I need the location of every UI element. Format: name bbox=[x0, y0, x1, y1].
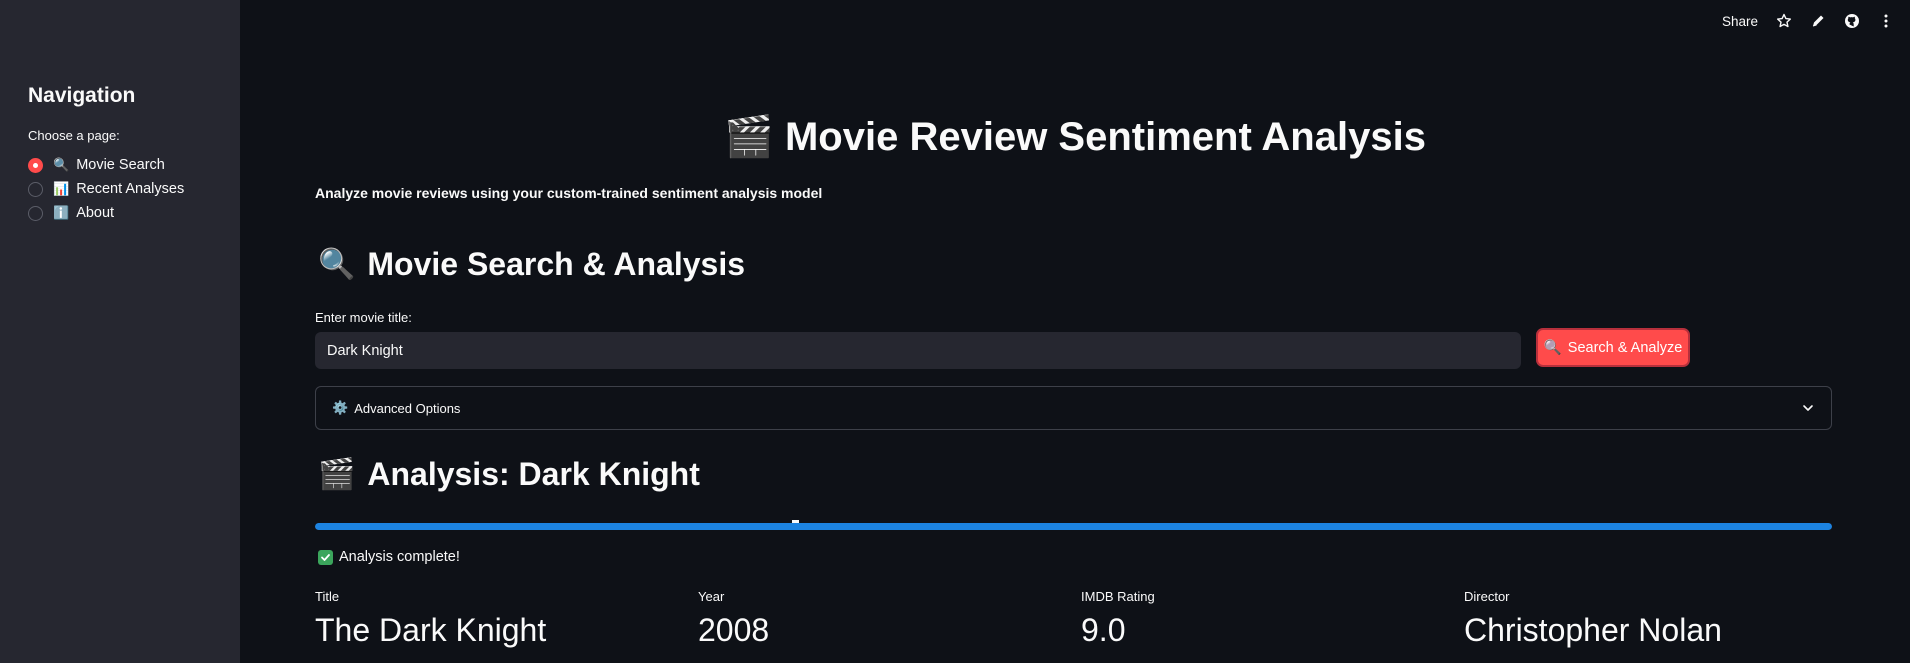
metric-label: Director bbox=[1464, 589, 1510, 604]
sidebar-title: Navigation bbox=[28, 84, 136, 107]
movie-title-label: Enter movie title: bbox=[315, 310, 412, 325]
metric-value: 9.0 bbox=[1081, 612, 1126, 648]
header-toolbar: Share bbox=[1722, 10, 1894, 32]
chevron-down-icon bbox=[1801, 401, 1815, 420]
clapperboard-icon: 🎬 bbox=[724, 115, 774, 159]
search-section-heading: 🔍 Movie Search & Analysis bbox=[318, 246, 745, 283]
advanced-options-label: Advanced Options bbox=[354, 400, 461, 416]
search-analyze-button-label: Search & Analyze bbox=[1567, 339, 1683, 356]
movie-title-input[interactable] bbox=[315, 332, 1521, 369]
radio-option-recent-analyses[interactable]: 📊 Recent Analyses bbox=[28, 177, 184, 201]
radio-option-label: Recent Analyses bbox=[76, 181, 185, 197]
share-button[interactable]: Share bbox=[1722, 14, 1758, 29]
metric-imdb-rating: IMDB Rating 9.0 bbox=[1081, 589, 1155, 649]
gear-icon: ⚙️ bbox=[332, 400, 349, 415]
search-icon: 🔍 bbox=[1543, 340, 1562, 356]
star-icon[interactable] bbox=[1776, 13, 1792, 29]
metric-director: Director Christopher Nolan bbox=[1464, 589, 1722, 649]
radio-unselected-indicator[interactable] bbox=[28, 181, 43, 197]
search-analyze-button[interactable]: 🔍 Search & Analyze bbox=[1536, 328, 1690, 367]
page-radio-group: 🔍 Movie Search 📊 Recent Analyses ℹ️ Abou… bbox=[28, 153, 184, 225]
edit-icon[interactable] bbox=[1810, 13, 1826, 29]
search-icon: 🔍 bbox=[318, 248, 356, 281]
analysis-status: Analysis complete! bbox=[318, 549, 460, 565]
sidebar: Navigation Choose a page: 🔍 Movie Search… bbox=[0, 0, 240, 663]
search-section-heading-text: Movie Search & Analysis bbox=[367, 246, 745, 282]
metric-year: Year 2008 bbox=[698, 589, 769, 649]
github-icon[interactable] bbox=[1844, 13, 1860, 29]
radio-option-about[interactable]: ℹ️ About bbox=[28, 201, 184, 225]
metric-value: 2008 bbox=[698, 612, 770, 648]
check-icon bbox=[318, 549, 333, 565]
app-root: Navigation Choose a page: 🔍 Movie Search… bbox=[0, 0, 1910, 663]
info-icon: ℹ️ bbox=[53, 205, 70, 220]
advanced-options-expander[interactable]: ⚙️ Advanced Options bbox=[315, 386, 1832, 430]
radio-unselected-indicator[interactable] bbox=[28, 205, 43, 221]
more-vertical-icon[interactable] bbox=[1878, 13, 1894, 29]
page-subtitle: Analyze movie reviews using your custom-… bbox=[315, 185, 823, 201]
metric-label: Title bbox=[315, 589, 340, 604]
metric-title: Title The Dark Knight bbox=[315, 589, 546, 649]
analysis-progress-bar bbox=[315, 523, 1832, 530]
metric-value: Christopher Nolan bbox=[1464, 612, 1722, 648]
metric-value: The Dark Knight bbox=[315, 612, 547, 648]
analysis-section-heading-text: Analysis: Dark Knight bbox=[367, 456, 700, 492]
analysis-progress-fill bbox=[315, 523, 1832, 530]
bar-chart-icon: 📊 bbox=[53, 181, 70, 196]
metric-label: IMDB Rating bbox=[1081, 589, 1155, 604]
metric-label: Year bbox=[698, 589, 725, 604]
page-title-text: Movie Review Sentiment Analysis bbox=[784, 115, 1426, 159]
clapperboard-icon: 🎬 bbox=[318, 458, 356, 491]
analysis-status-text: Analysis complete! bbox=[339, 549, 460, 565]
radio-option-label: About bbox=[76, 205, 115, 221]
analysis-section-heading: 🎬 Analysis: Dark Knight bbox=[318, 456, 700, 493]
page-title: 🎬 Movie Review Sentiment Analysis bbox=[0, 113, 1910, 160]
